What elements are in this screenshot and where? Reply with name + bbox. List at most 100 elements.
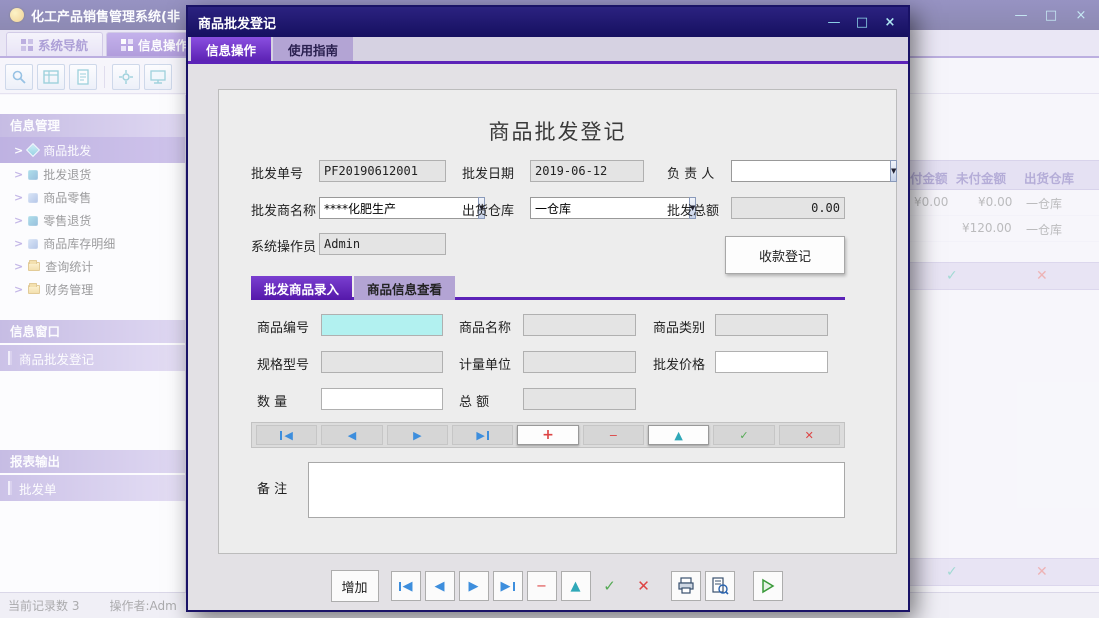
- field-label-unit: 计量单位: [459, 351, 511, 373]
- print-button[interactable]: [671, 571, 701, 601]
- next-record-button[interactable]: ▶: [387, 425, 448, 445]
- field-label-order-no: 批发单号: [251, 160, 303, 182]
- previous-icon: ◀: [348, 429, 356, 442]
- field-label-product-name: 商品名称: [459, 314, 511, 336]
- field-label-total: 批发总额: [667, 197, 719, 219]
- previous-record-button[interactable]: ◀: [321, 425, 382, 445]
- order-no-field[interactable]: [319, 160, 446, 182]
- previous-icon: ◀: [435, 579, 445, 594]
- warehouse-field[interactable]: [530, 197, 689, 219]
- last-record-button[interactable]: ▶: [493, 571, 523, 601]
- previous-record-button[interactable]: ◀: [425, 571, 455, 601]
- price-field[interactable]: [715, 351, 828, 373]
- field-label-price: 批发价格: [653, 351, 705, 373]
- field-label-product-code: 商品编号: [257, 314, 309, 336]
- next-icon: ▶: [469, 579, 479, 594]
- bar-icon: [487, 431, 489, 440]
- cross-icon: ✕: [637, 577, 650, 595]
- date-field[interactable]: [530, 160, 644, 182]
- edit-record-button[interactable]: ▲: [648, 425, 709, 445]
- bar-icon: [399, 582, 401, 591]
- product-code-field[interactable]: [321, 314, 443, 336]
- last-record-button[interactable]: ▶: [452, 425, 513, 445]
- field-label-date: 批发日期: [462, 160, 514, 182]
- quantity-field[interactable]: [321, 388, 443, 410]
- minus-icon: −: [609, 429, 618, 442]
- field-label-manager: 负 责 人: [667, 160, 714, 182]
- preview-button[interactable]: [705, 571, 735, 601]
- minimize-icon[interactable]: —: [826, 15, 842, 30]
- edit-icon: ▲: [571, 579, 581, 594]
- next-record-button[interactable]: ▶: [459, 571, 489, 601]
- total-amount-field[interactable]: [731, 197, 845, 219]
- check-icon: ✓: [739, 429, 748, 442]
- tab-user-guide[interactable]: 使用指南: [273, 37, 353, 61]
- last-icon: ▶: [476, 429, 484, 442]
- cross-icon: ✕: [805, 429, 814, 442]
- form-panel: 商品批发登记 批发单号 批发日期 负 责 人 ▼ 批发商名称 ▼ 出货仓库: [218, 89, 897, 554]
- execute-button[interactable]: [753, 571, 783, 601]
- product-category-field[interactable]: [715, 314, 828, 336]
- operator-field[interactable]: [319, 233, 446, 255]
- manager-combobox[interactable]: ▼: [731, 160, 845, 182]
- wholesaler-field[interactable]: [319, 197, 478, 219]
- confirm-button[interactable]: ✓: [713, 425, 774, 445]
- manager-field[interactable]: [731, 160, 890, 182]
- product-name-field[interactable]: [523, 314, 636, 336]
- dialog-title: 商品批发登记: [198, 13, 276, 32]
- field-label-operator: 系统操作员: [251, 233, 316, 255]
- next-icon: ▶: [413, 429, 421, 442]
- edit-icon: ▲: [674, 429, 682, 442]
- preview-icon: [711, 577, 729, 595]
- tab-product-view[interactable]: 商品信息查看: [354, 276, 455, 300]
- unit-field[interactable]: [523, 351, 636, 373]
- field-label-remark: 备 注: [257, 478, 287, 497]
- confirm-button[interactable]: ✓: [595, 571, 625, 601]
- dialog-body: 商品批发登记 批发单号 批发日期 负 责 人 ▼ 批发商名称 ▼ 出货仓库: [188, 64, 908, 608]
- close-icon[interactable]: ×: [882, 15, 898, 30]
- cancel-button[interactable]: ✕: [629, 571, 659, 601]
- printer-icon: [677, 577, 695, 595]
- dialog-window-controls: — □ ×: [826, 15, 898, 30]
- amount-field[interactable]: [523, 388, 636, 410]
- edit-record-button[interactable]: ▲: [561, 571, 591, 601]
- check-icon: ✓: [603, 577, 616, 595]
- field-label-wholesaler: 批发商名称: [251, 197, 316, 219]
- tab-information-operations[interactable]: 信息操作: [191, 37, 271, 61]
- maximize-icon[interactable]: □: [854, 15, 870, 30]
- minus-icon: −: [536, 579, 547, 594]
- spec-field[interactable]: [321, 351, 443, 373]
- field-label-amount: 总 额: [459, 388, 489, 410]
- dialog-bottom-bar: 增加 ◀ ◀ ▶ ▶ − ▲ ✓ ✕: [218, 569, 897, 603]
- first-icon: ◀: [403, 579, 413, 594]
- tab-product-entry[interactable]: 批发商品录入: [251, 276, 352, 300]
- screen: 化工产品销售管理系统(非 — □ × 系统导航 信息操作: [0, 0, 1099, 618]
- product-tabs: 批发商品录入 商品信息查看: [251, 276, 845, 300]
- field-label-warehouse: 出货仓库: [462, 197, 514, 219]
- field-label-spec: 规格型号: [257, 351, 309, 373]
- receipt-registration-button[interactable]: 收款登记: [725, 236, 845, 274]
- warehouse-combobox[interactable]: ▼: [530, 197, 644, 219]
- last-icon: ▶: [501, 579, 511, 594]
- first-icon: ◀: [284, 429, 292, 442]
- remark-textarea[interactable]: [308, 462, 845, 518]
- bar-icon: [513, 582, 515, 591]
- delete-record-button[interactable]: −: [527, 571, 557, 601]
- record-navigator: ◀ ◀ ▶ ▶ + − ▲ ✓ ✕: [251, 422, 845, 448]
- add-record-button[interactable]: +: [517, 425, 578, 445]
- cancel-button[interactable]: ✕: [779, 425, 840, 445]
- bar-icon: [280, 431, 282, 440]
- wholesaler-combobox[interactable]: ▼: [319, 197, 446, 219]
- dialog-tabs: 信息操作 使用指南: [188, 37, 908, 64]
- page-title: 商品批发登记: [219, 116, 896, 146]
- plus-icon: +: [542, 427, 554, 443]
- dialog-wholesale-registration: 商品批发登记 — □ × 信息操作 使用指南 商品批发登记 批发单号 批发日期 …: [186, 5, 910, 612]
- first-record-button[interactable]: ◀: [391, 571, 421, 601]
- field-label-quantity: 数 量: [257, 388, 287, 410]
- play-icon: [760, 578, 776, 594]
- field-label-product-category: 商品类别: [653, 314, 705, 336]
- first-record-button[interactable]: ◀: [256, 425, 317, 445]
- add-button[interactable]: 增加: [331, 570, 379, 602]
- delete-record-button[interactable]: −: [583, 425, 644, 445]
- chevron-down-icon[interactable]: ▼: [890, 160, 897, 182]
